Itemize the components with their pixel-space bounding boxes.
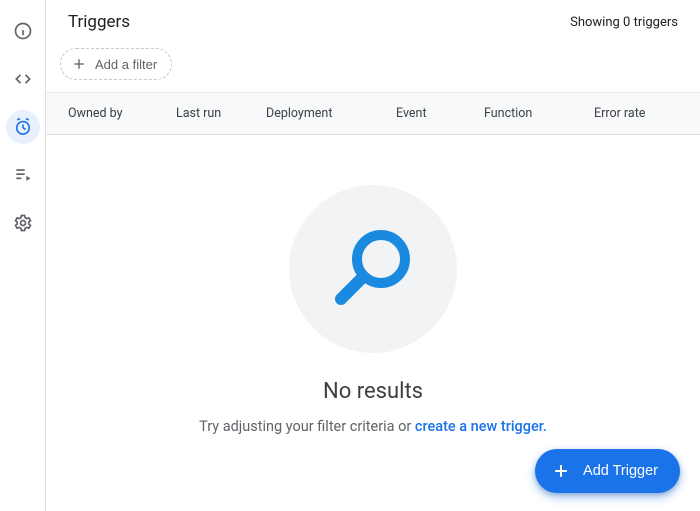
add-filter-label: Add a filter (95, 57, 157, 72)
col-last-run[interactable]: Last run (166, 106, 256, 121)
add-trigger-button[interactable]: Add Trigger (535, 449, 680, 493)
col-error-rate[interactable]: Error rate (584, 106, 700, 121)
plus-icon (551, 461, 571, 481)
empty-hint-text: Try adjusting your filter criteria or (199, 418, 415, 435)
info-icon (13, 21, 33, 41)
rail-item-executions[interactable] (6, 158, 40, 192)
gear-icon (13, 213, 33, 233)
main-content: Triggers Showing 0 triggers Add a filter… (46, 0, 700, 511)
col-owned-by[interactable]: Owned by (46, 106, 166, 121)
empty-state-graphic (289, 185, 457, 353)
magnifier-icon (323, 219, 423, 319)
col-function[interactable]: Function (474, 106, 584, 121)
filter-bar: Add a filter (46, 42, 700, 93)
list-play-icon (13, 165, 33, 185)
col-deployment[interactable]: Deployment (256, 106, 386, 121)
empty-title: No results (323, 379, 423, 404)
page-header: Triggers Showing 0 triggers (46, 0, 700, 42)
plus-icon (71, 56, 87, 72)
add-trigger-label: Add Trigger (583, 463, 658, 479)
col-event[interactable]: Event (386, 106, 474, 121)
side-rail (0, 0, 46, 511)
page-title: Triggers (68, 12, 130, 32)
add-filter-button[interactable]: Add a filter (60, 48, 172, 80)
rail-item-editor[interactable] (6, 62, 40, 96)
table-header-row: Owned by Last run Deployment Event Funct… (46, 93, 700, 135)
code-icon (13, 69, 33, 89)
rail-item-overview[interactable] (6, 14, 40, 48)
create-trigger-link[interactable]: create a new trigger. (415, 418, 547, 435)
rail-item-triggers[interactable] (6, 110, 40, 144)
clock-icon (13, 117, 33, 137)
trigger-count: Showing 0 triggers (570, 15, 678, 30)
empty-hint: Try adjusting your filter criteria or cr… (199, 418, 547, 435)
rail-item-settings[interactable] (6, 206, 40, 240)
